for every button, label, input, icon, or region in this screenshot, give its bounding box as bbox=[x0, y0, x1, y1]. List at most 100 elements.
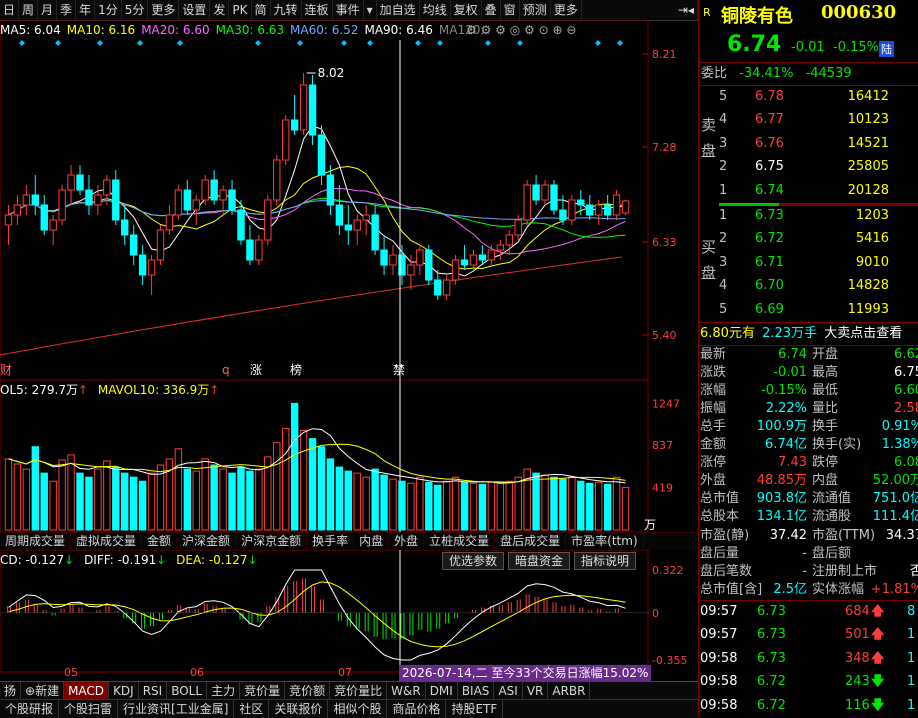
toolbar-item-12[interactable]: 九转 bbox=[271, 0, 302, 20]
toolbar-item-5[interactable]: 1分 bbox=[95, 0, 122, 20]
buy-order-row[interactable]: 1 6.73 1203 bbox=[699, 205, 918, 227]
macd-button-0[interactable]: 优选参数 bbox=[442, 552, 505, 570]
toolbar-item-21[interactable]: 预测 bbox=[520, 0, 551, 20]
toolbar-item-22[interactable]: 更多 bbox=[551, 0, 582, 20]
event-diamond[interactable] bbox=[617, 40, 623, 46]
buy-order-row[interactable]: 5 6.69 11993 bbox=[699, 299, 918, 321]
event-diamond[interactable] bbox=[485, 40, 491, 46]
bottom-tab-7[interactable]: 竞价量 bbox=[240, 682, 286, 700]
event-diamond[interactable] bbox=[97, 40, 103, 46]
info-link-1[interactable]: 个股扫雷 bbox=[59, 700, 119, 718]
toolbar-item-17[interactable]: 均线 bbox=[420, 0, 451, 20]
indicator-tab-10[interactable]: 市盈率(ttm) bbox=[566, 533, 644, 550]
toolbar-item-1[interactable]: 周 bbox=[19, 0, 39, 20]
indicator-tab-3[interactable]: 沪深金额 bbox=[177, 533, 237, 550]
macd-button-1[interactable]: 暗盘资金 bbox=[508, 552, 571, 570]
info-link-3[interactable]: 社区 bbox=[234, 700, 270, 718]
toolbar-item-3[interactable]: 季 bbox=[57, 0, 77, 20]
toolbar-item-6[interactable]: 5分 bbox=[122, 0, 149, 20]
bottom-tab-2[interactable]: MACD bbox=[64, 682, 110, 700]
toolbar-item-18[interactable]: 复权 bbox=[451, 0, 482, 20]
indicator-tab-2[interactable]: 金额 bbox=[142, 533, 178, 550]
arrow-up-icon: 🡅 bbox=[871, 627, 885, 643]
bottom-tab-14[interactable]: VR bbox=[523, 682, 549, 700]
event-label[interactable]: 榜 bbox=[290, 362, 302, 377]
event-label[interactable]: 涨 bbox=[250, 362, 262, 377]
toolbar-item-20[interactable]: 窗 bbox=[501, 0, 520, 20]
event-diamond[interactable] bbox=[437, 40, 443, 46]
event-label[interactable]: 禁 bbox=[393, 363, 405, 377]
toolbar-item-4[interactable]: 年 bbox=[76, 0, 96, 20]
bottom-tab-8[interactable]: 竞价额 bbox=[285, 682, 331, 700]
ma-settings-icons[interactable]: ⚙ ⚙ ⚙ ◎ ⚙ ⊙ ⊕ ⊖ bbox=[466, 21, 576, 39]
toolbar-item-7[interactable]: 更多 bbox=[148, 0, 180, 20]
indicator-tab-8[interactable]: 立桩成交量 bbox=[424, 533, 496, 550]
toolbar-item-19[interactable]: 叠 bbox=[482, 0, 501, 20]
toolbar-item-10[interactable]: PK bbox=[229, 0, 252, 20]
toolbar-item-0[interactable]: 日 bbox=[0, 0, 20, 20]
volume-bar bbox=[94, 468, 102, 531]
toolbar-item-9[interactable]: 发 bbox=[210, 0, 230, 20]
toolbar-item-11[interactable]: 简 bbox=[252, 0, 271, 20]
bottom-tab-1[interactable]: ⊕新建 bbox=[21, 682, 65, 700]
sell-price: 6.74 bbox=[755, 182, 784, 198]
bottom-tab-10[interactable]: W&R bbox=[387, 682, 426, 700]
bottom-tab-5[interactable]: BOLL bbox=[167, 682, 208, 700]
info-link-6[interactable]: 商品价格 bbox=[387, 700, 447, 718]
buy-order-row[interactable]: 4 6.70 14828 bbox=[699, 275, 918, 297]
toolbar-item-14[interactable]: 事件 bbox=[333, 0, 364, 20]
bottom-tab-4[interactable]: RSI bbox=[139, 682, 168, 700]
buy-order-row[interactable]: 3 6.71 9010 bbox=[699, 252, 918, 274]
info-link-0[interactable]: 个股研报 bbox=[0, 700, 60, 718]
event-diamond[interactable] bbox=[517, 40, 523, 46]
toolbar-item-15[interactable]: ▾ bbox=[364, 0, 377, 20]
event-diamond[interactable] bbox=[341, 40, 347, 46]
event-diamond[interactable] bbox=[137, 40, 143, 46]
stat-label: 流通股 bbox=[812, 509, 852, 525]
event-diamond[interactable] bbox=[415, 40, 421, 46]
toolbar-item-8[interactable]: 设置 bbox=[179, 0, 211, 20]
indicator-tab-6[interactable]: 内盘 bbox=[354, 533, 390, 550]
event-diamond[interactable] bbox=[255, 40, 261, 46]
info-link-7[interactable]: 持股ETF bbox=[446, 700, 504, 718]
indicator-tab-4[interactable]: 沪深京金额 bbox=[236, 533, 308, 550]
bottom-tab-11[interactable]: DMI bbox=[426, 682, 458, 700]
info-link-2[interactable]: 行业资讯[工业金属] bbox=[118, 700, 235, 718]
sell-order-row[interactable]: 1 6.74 20128 bbox=[699, 180, 918, 202]
event-diamond[interactable] bbox=[367, 40, 373, 46]
bottom-tab-13[interactable]: ASI bbox=[494, 682, 523, 700]
event-label[interactable]: q bbox=[222, 363, 230, 377]
sell-order-row[interactable]: 3 6.76 14521 bbox=[699, 133, 918, 155]
kline-chart[interactable]: 8.21 7.28 6.33 5.40 8.02 财 q 涨 榜 禁 1247 837 419 万 0.32… bbox=[0, 20, 698, 692]
toolbar-item-13[interactable]: 连板 bbox=[302, 0, 333, 20]
info-link-4[interactable]: 关联报价 bbox=[269, 700, 329, 718]
event-diamond[interactable] bbox=[55, 40, 61, 46]
bottom-tab-12[interactable]: BIAS bbox=[458, 682, 495, 700]
expand-arrow-icon[interactable]: ⇥◂ bbox=[675, 0, 698, 20]
toolbar-item-16[interactable]: 加自选 bbox=[377, 0, 420, 20]
bottom-tab-3[interactable]: KDJ bbox=[109, 682, 139, 700]
event-diamond[interactable] bbox=[297, 40, 303, 46]
indicator-tab-1[interactable]: 虚拟成交量 bbox=[71, 533, 143, 550]
indicator-tab-9[interactable]: 盘后成交量 bbox=[495, 533, 567, 550]
indicator-tab-0[interactable]: 周期成交量 bbox=[0, 533, 72, 550]
macd-button-2[interactable]: 指标说明 bbox=[574, 552, 637, 570]
bottom-tab-6[interactable]: 主力 bbox=[207, 682, 241, 700]
info-link-5[interactable]: 相似个股 bbox=[328, 700, 388, 718]
sell-order-row[interactable]: 5 6.78 16412 bbox=[699, 86, 918, 108]
indicator-tab-5[interactable]: 换手率 bbox=[307, 533, 355, 550]
big-order-row[interactable]: 6.80元有 2.23万手 大卖点击查看 bbox=[699, 322, 918, 346]
bottom-tab-9[interactable]: 竞价量比 bbox=[330, 682, 388, 700]
event-label[interactable]: 财 bbox=[0, 363, 12, 377]
event-diamond[interactable] bbox=[19, 40, 25, 46]
toolbar-item-2[interactable]: 月 bbox=[38, 0, 58, 20]
big-order-link[interactable]: 大卖点击查看 bbox=[824, 326, 902, 341]
indicator-tab-7[interactable]: 外盘 bbox=[389, 533, 425, 550]
bottom-tab-0[interactable]: 扬 bbox=[0, 682, 22, 700]
event-diamond[interactable] bbox=[177, 40, 183, 46]
sell-order-row[interactable]: 2 6.75 25805 bbox=[699, 156, 918, 178]
event-diamond[interactable] bbox=[595, 40, 601, 46]
sell-order-row[interactable]: 4 6.77 10123 bbox=[699, 109, 918, 131]
buy-order-row[interactable]: 2 6.72 5416 bbox=[699, 228, 918, 250]
bottom-tab-15[interactable]: ARBR bbox=[548, 682, 591, 700]
